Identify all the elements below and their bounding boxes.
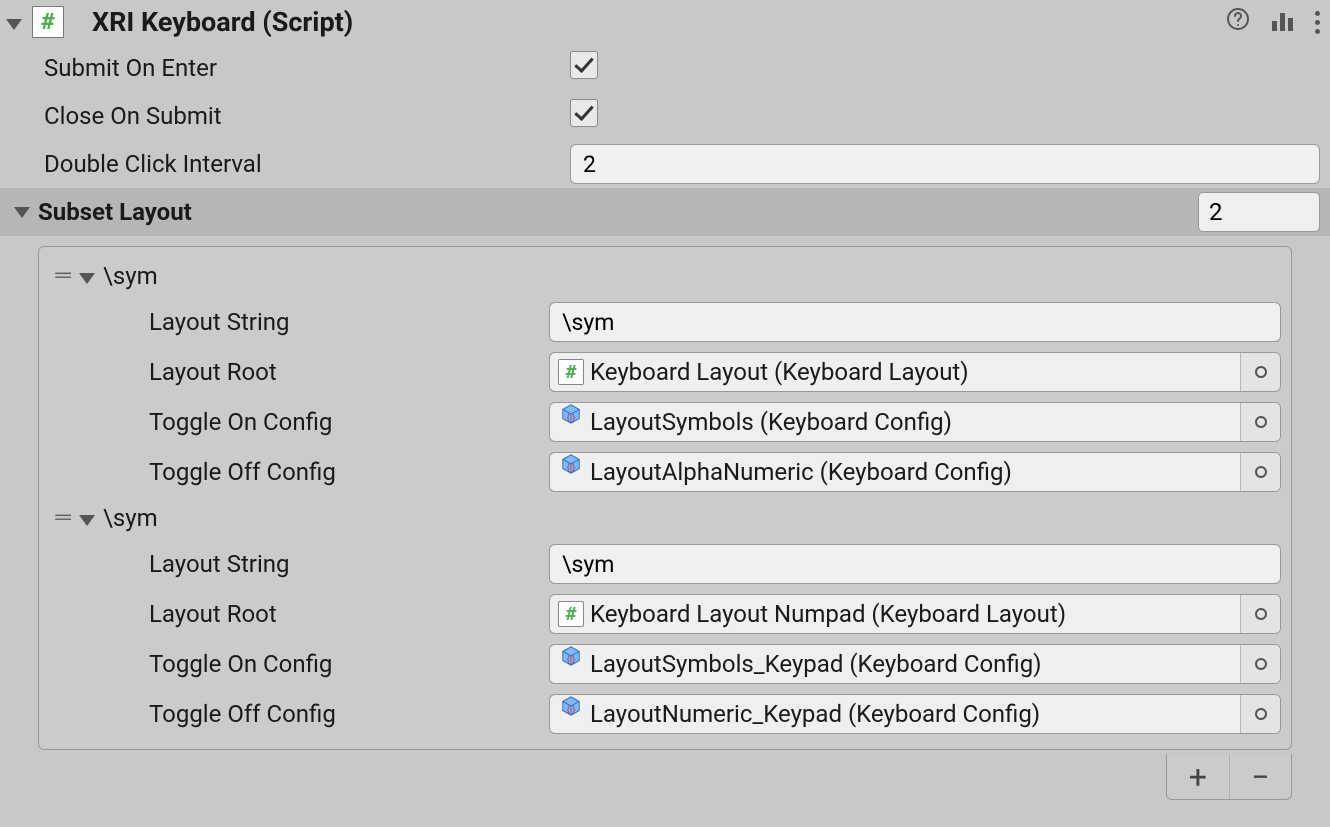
kebab-menu-icon[interactable] [1315, 11, 1320, 34]
component-header: # XRI Keyboard (Script) [0, 0, 1330, 44]
script-icon: # [556, 353, 586, 391]
layout-string-input[interactable] [549, 302, 1281, 342]
object-picker-icon[interactable] [1240, 453, 1280, 491]
layout-root-object-field[interactable]: # Keyboard Layout (Keyboard Layout) [549, 352, 1281, 392]
add-item-button[interactable]: + [1167, 754, 1229, 799]
object-field-text: LayoutAlphaNumeric (Keyboard Config) [586, 453, 1240, 491]
object-field-text: LayoutNumeric_Keypad (Keyboard Config) [586, 695, 1240, 733]
list-item: ═ \sym Layout String Layout Root # Keybo… [49, 497, 1281, 739]
scriptable-object-icon: {} [556, 453, 586, 475]
property-row-submit-on-enter: Submit On Enter [0, 44, 1330, 92]
object-field-text: Keyboard Layout Numpad (Keyboard Layout) [586, 595, 1240, 633]
property-label: Toggle On Config [149, 650, 549, 678]
property-label: Toggle On Config [149, 408, 549, 436]
toggle-off-config-object-field[interactable]: {} LayoutAlphaNumeric (Keyboard Config) [549, 452, 1281, 492]
property-row-close-on-submit: Close On Submit [0, 92, 1330, 140]
item-name: \sym [103, 262, 158, 290]
chevron-down-icon [79, 515, 95, 526]
toggle-on-config-object-field[interactable]: {} LayoutSymbols (Keyboard Config) [549, 402, 1281, 442]
subset-layout-header: Subset Layout [0, 188, 1330, 236]
property-label: Layout String [149, 308, 549, 336]
object-field-text: LayoutSymbols (Keyboard Config) [586, 403, 1240, 441]
subset-layout-title: Subset Layout [38, 198, 1198, 226]
layout-root-object-field[interactable]: # Keyboard Layout Numpad (Keyboard Layou… [549, 594, 1281, 634]
chevron-down-icon [79, 273, 95, 284]
object-picker-icon[interactable] [1240, 595, 1280, 633]
object-picker-icon[interactable] [1240, 353, 1280, 391]
item-name: \sym [103, 504, 158, 532]
object-picker-icon[interactable] [1240, 695, 1280, 733]
svg-text:{}: {} [565, 704, 576, 715]
property-label: Layout Root [149, 600, 549, 628]
subset-layout-list: ═ \sym Layout String Layout Root # Keybo… [38, 246, 1292, 750]
submit-on-enter-checkbox[interactable] [570, 51, 598, 79]
preset-icon[interactable] [1272, 13, 1293, 31]
script-icon: # [556, 595, 586, 633]
property-label: Layout Root [149, 358, 549, 386]
property-row-double-click-interval: Double Click Interval [0, 140, 1330, 188]
scriptable-object-icon: {} [556, 403, 586, 425]
list-item: ═ \sym Layout String Layout Root # Keybo… [49, 255, 1281, 497]
svg-text:{}: {} [565, 412, 576, 423]
property-label: Layout String [149, 550, 549, 578]
close-on-submit-checkbox[interactable] [570, 99, 598, 127]
chevron-down-icon [6, 19, 22, 30]
drag-handle-icon[interactable]: ═ [51, 512, 73, 524]
help-icon[interactable] [1226, 7, 1250, 37]
layout-string-input[interactable] [549, 544, 1281, 584]
double-click-interval-input[interactable] [570, 144, 1320, 184]
property-label: Submit On Enter [10, 54, 570, 82]
script-icon: # [32, 6, 64, 38]
object-picker-icon[interactable] [1240, 403, 1280, 441]
subset-layout-count-input[interactable] [1198, 192, 1320, 232]
component-foldout[interactable] [6, 8, 26, 36]
item-foldout[interactable] [79, 504, 95, 532]
drag-handle-icon[interactable]: ═ [51, 270, 73, 282]
item-foldout[interactable] [79, 262, 95, 290]
property-label: Toggle Off Config [149, 458, 549, 486]
property-label: Close On Submit [10, 102, 570, 130]
subset-layout-foldout[interactable] [10, 207, 34, 218]
object-field-text: LayoutSymbols_Keypad (Keyboard Config) [586, 645, 1240, 683]
object-field-text: Keyboard Layout (Keyboard Layout) [586, 353, 1240, 391]
scriptable-object-icon: {} [556, 695, 586, 717]
scriptable-object-icon: {} [556, 645, 586, 667]
component-title: XRI Keyboard (Script) [92, 6, 1226, 38]
property-label: Double Click Interval [10, 150, 570, 178]
property-label: Toggle Off Config [149, 700, 549, 728]
remove-item-button[interactable]: − [1229, 754, 1291, 799]
chevron-down-icon [14, 207, 30, 218]
svg-text:{}: {} [565, 654, 576, 665]
toggle-off-config-object-field[interactable]: {} LayoutNumeric_Keypad (Keyboard Config… [549, 694, 1281, 734]
svg-text:{}: {} [565, 462, 576, 473]
object-picker-icon[interactable] [1240, 645, 1280, 683]
toggle-on-config-object-field[interactable]: {} LayoutSymbols_Keypad (Keyboard Config… [549, 644, 1281, 684]
list-footer: + − [0, 754, 1292, 800]
